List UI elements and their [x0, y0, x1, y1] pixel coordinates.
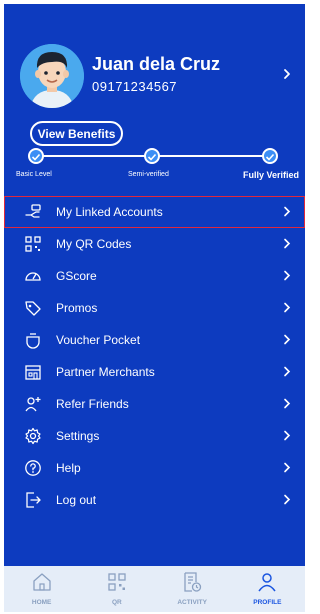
- chevron-right-icon: [284, 238, 291, 249]
- bottom-nav: HOME QR ACTIVITY PROFILE: [4, 566, 305, 612]
- speedometer-icon: [25, 272, 41, 281]
- menu-item-promos[interactable]: Promos: [4, 292, 305, 324]
- chevron-right-icon: [284, 334, 291, 345]
- nav-tab-home[interactable]: HOME: [4, 566, 79, 612]
- user-phone: 09171234567: [92, 79, 178, 94]
- menu-item-refer-friends[interactable]: Refer Friends: [4, 388, 305, 420]
- nav-tab-profile[interactable]: PROFILE: [230, 566, 305, 612]
- chevron-right-icon: [284, 206, 291, 217]
- menu-item-settings[interactable]: Settings: [4, 420, 305, 452]
- nav-tab-label: QR: [112, 599, 122, 606]
- chevron-right-icon: [284, 366, 291, 377]
- profile-screen: Juan dela Cruz 09171234567 View Benefits…: [4, 4, 305, 612]
- link-hand-icon: [25, 204, 41, 218]
- level-label-basic: Basic Level: [16, 171, 52, 178]
- qr-icon: [108, 573, 126, 591]
- level-label-semi: Semi-verified: [128, 171, 169, 178]
- profile-menu: My Linked Accounts My QR Codes GScore Pr…: [4, 196, 305, 516]
- logout-icon: [26, 492, 41, 508]
- menu-item-help[interactable]: Help: [4, 452, 305, 484]
- menu-item-label: Partner Merchants: [56, 365, 155, 379]
- menu-item-label: Refer Friends: [56, 397, 129, 411]
- profile-header[interactable]: Juan dela Cruz 09171234567: [4, 4, 305, 112]
- menu-item-label: My Linked Accounts: [56, 205, 163, 219]
- chevron-right-icon: [284, 302, 291, 313]
- nav-tab-label: HOME: [31, 599, 52, 606]
- menu-item-linked-accounts[interactable]: My Linked Accounts: [4, 196, 305, 228]
- menu-item-log-out[interactable]: Log out: [4, 484, 305, 516]
- chevron-right-icon: [284, 462, 291, 473]
- chevron-right-icon: [284, 494, 291, 505]
- menu-item-partner-merchants[interactable]: Partner Merchants: [4, 356, 305, 388]
- tag-icon: [25, 301, 41, 316]
- level-dot-semi: [144, 148, 160, 164]
- nav-tab-activity[interactable]: ACTIVITY: [155, 566, 230, 612]
- chevron-right-icon: [284, 430, 291, 441]
- nav-tab-label: PROFILE: [253, 599, 282, 606]
- menu-item-label: My QR Codes: [56, 237, 132, 251]
- chevron-right-icon: [284, 270, 291, 281]
- user-name: Juan dela Cruz: [92, 54, 221, 74]
- menu-item-label: Settings: [56, 429, 100, 443]
- gear-icon: [25, 427, 41, 445]
- help-icon: [25, 460, 41, 476]
- menu-item-voucher-pocket[interactable]: Voucher Pocket: [4, 324, 305, 356]
- menu-item-label: Voucher Pocket: [56, 333, 141, 347]
- menu-item-label: Log out: [56, 493, 97, 507]
- qr-code-icon: [25, 236, 41, 252]
- chevron-right-icon: [284, 398, 291, 409]
- level-dot-basic: [28, 148, 44, 164]
- menu-item-qr-codes[interactable]: My QR Codes: [4, 228, 305, 260]
- add-user-icon: [25, 397, 41, 412]
- menu-item-label: GScore: [56, 269, 97, 283]
- chevron-right-icon[interactable]: [282, 68, 292, 80]
- nav-tab-label: ACTIVITY: [177, 599, 207, 606]
- activity-icon: [184, 572, 202, 592]
- profile-icon: [258, 573, 276, 592]
- level-label-full: Fully Verified: [243, 170, 300, 180]
- menu-item-label: Promos: [56, 301, 98, 315]
- menu-item-label: Help: [56, 461, 81, 475]
- pocket-icon: [26, 333, 40, 349]
- avatar: [20, 44, 84, 108]
- home-icon: [32, 573, 51, 591]
- view-benefits-button[interactable]: View Benefits: [30, 121, 123, 146]
- store-icon: [25, 365, 41, 380]
- nav-tab-qr[interactable]: QR: [79, 566, 154, 612]
- level-dot-full: [262, 148, 278, 164]
- menu-item-gscore[interactable]: GScore: [4, 260, 305, 292]
